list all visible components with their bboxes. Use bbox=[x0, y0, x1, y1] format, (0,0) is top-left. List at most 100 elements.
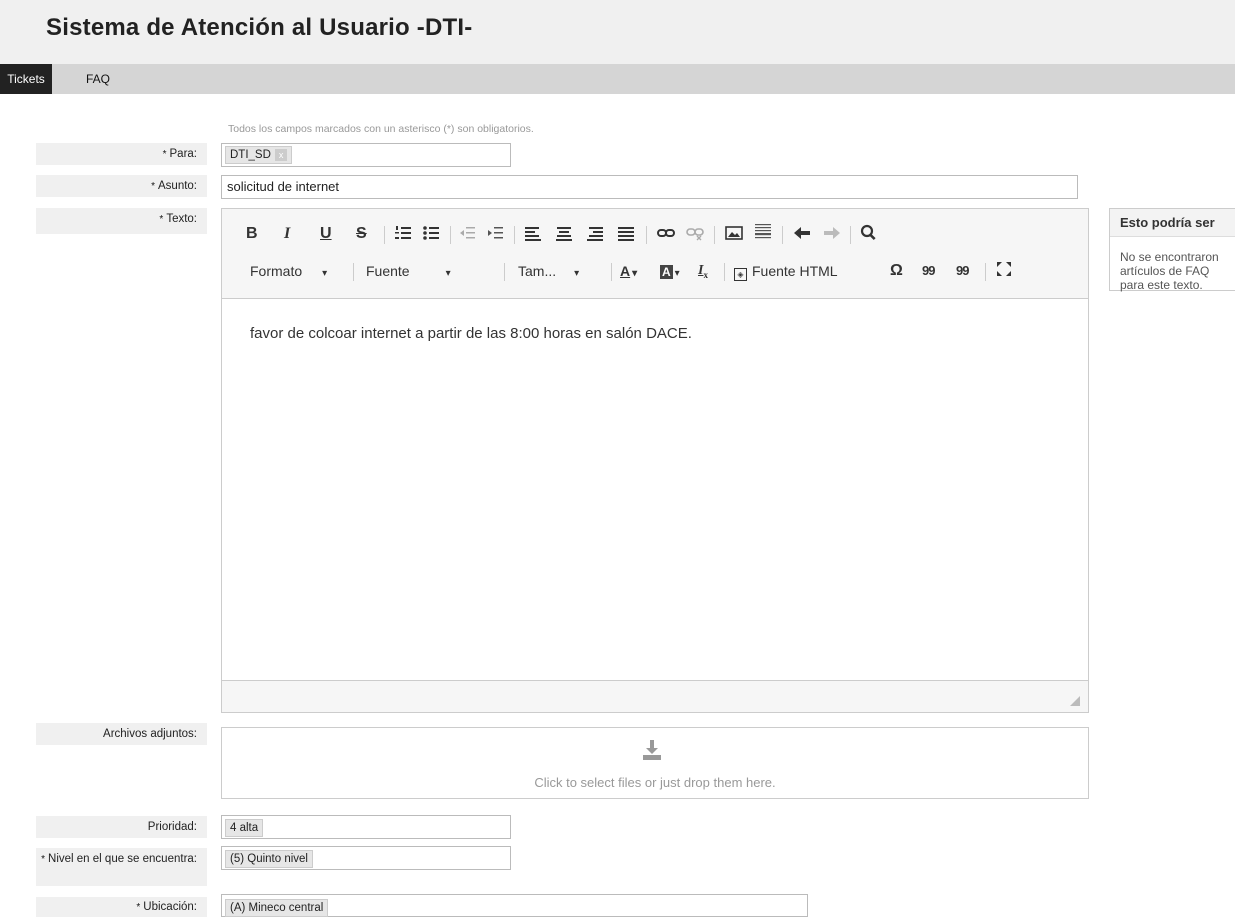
italic-button[interactable]: I bbox=[284, 224, 290, 244]
chevron-down-icon: ▾ bbox=[674, 268, 680, 279]
label-text: Archivos adjuntos: bbox=[103, 728, 197, 740]
search-icon[interactable] bbox=[860, 224, 878, 248]
toolbar-separator bbox=[504, 263, 505, 281]
toolbar-separator bbox=[782, 226, 783, 244]
required-star: * bbox=[159, 214, 164, 225]
quote-close-icon[interactable]: 99 bbox=[956, 261, 970, 281]
nivel-select[interactable]: (5) Quinto nivel bbox=[221, 846, 511, 870]
indent-icon[interactable] bbox=[486, 224, 504, 248]
align-left-icon[interactable] bbox=[524, 224, 542, 248]
source-icon: ◈ bbox=[734, 268, 747, 281]
nivel-value: (5) Quinto nivel bbox=[225, 850, 313, 868]
toolbar-separator bbox=[985, 263, 986, 281]
ubicacion-value: (A) Mineco central bbox=[225, 899, 329, 917]
redo-icon[interactable] bbox=[822, 224, 842, 248]
bg-color-button[interactable]: A ▾ bbox=[660, 261, 680, 284]
label-ubicacion: * Ubicación: bbox=[36, 897, 207, 917]
outdent-icon[interactable] bbox=[458, 224, 476, 248]
chevron-down-icon: ▾ bbox=[322, 268, 328, 279]
upload-icon bbox=[640, 738, 664, 762]
remove-tag-icon[interactable]: x bbox=[274, 149, 288, 161]
align-justify-icon[interactable] bbox=[617, 224, 635, 248]
strikethrough-button[interactable]: S bbox=[356, 224, 367, 244]
label-adjuntos: Archivos adjuntos: bbox=[36, 723, 207, 745]
chevron-down-icon: ▾ bbox=[632, 268, 638, 279]
source-label: Fuente HTML bbox=[752, 263, 838, 279]
chevron-down-icon: ▾ bbox=[574, 268, 580, 279]
required-star: * bbox=[136, 902, 141, 913]
size-label: Tam... bbox=[518, 263, 557, 279]
label-para: * Para: bbox=[36, 143, 207, 165]
text-color-button[interactable]: A ▾ bbox=[620, 261, 637, 284]
font-dropdown[interactable]: Fuente ▾ bbox=[366, 261, 451, 284]
font-label: Fuente bbox=[366, 263, 410, 279]
editor-footer bbox=[222, 680, 1088, 712]
prioridad-value: 4 alta bbox=[225, 819, 264, 837]
label-text: Nivel en el que se encuentra: bbox=[48, 853, 197, 865]
editor-content[interactable]: favor de colcoar internet a partir de la… bbox=[250, 325, 692, 342]
clear-format-icon[interactable]: Ix bbox=[698, 261, 708, 285]
faq-suggestions-panel: Esto podría ser No se encontraron artícu… bbox=[1109, 208, 1235, 292]
bold-button[interactable]: B bbox=[246, 224, 258, 244]
required-star: * bbox=[41, 854, 46, 865]
size-dropdown[interactable]: Tam... ▾ bbox=[518, 261, 579, 284]
maximize-icon[interactable] bbox=[996, 261, 1012, 283]
toolbar-separator bbox=[514, 226, 515, 244]
link-icon[interactable] bbox=[656, 224, 676, 248]
toolbar-separator bbox=[646, 226, 647, 244]
label-prioridad: Prioridad: bbox=[36, 816, 207, 838]
para-field[interactable]: DTI_SD x bbox=[221, 143, 511, 167]
tab-faq[interactable]: FAQ bbox=[86, 64, 110, 94]
panel-title: Esto podría ser bbox=[1110, 209, 1235, 237]
toolbar-separator bbox=[714, 226, 715, 244]
file-drop-zone[interactable]: Click to select files or just drop them … bbox=[221, 727, 1089, 799]
underline-button[interactable]: U bbox=[320, 224, 332, 244]
required-star: * bbox=[162, 149, 167, 160]
panel-body: No se encontraron artículos de FAQ para … bbox=[1120, 250, 1219, 292]
label-text: Asunto: bbox=[158, 180, 197, 192]
label-text: Para: bbox=[169, 148, 198, 160]
toolbar-separator bbox=[724, 263, 725, 281]
label-asunto: * Asunto: bbox=[36, 175, 207, 197]
required-star: * bbox=[151, 181, 155, 192]
label-text: Prioridad: bbox=[147, 821, 197, 833]
align-right-icon[interactable] bbox=[586, 224, 604, 248]
undo-icon[interactable] bbox=[792, 224, 812, 248]
label-text: Texto: bbox=[166, 213, 197, 225]
toolbar-separator bbox=[850, 226, 851, 244]
label-text: Ubicación: bbox=[143, 901, 197, 913]
horizontal-rule-icon[interactable] bbox=[754, 222, 772, 248]
recipient-tag: DTI_SD x bbox=[225, 146, 293, 164]
nav-bar: Tickets FAQ bbox=[0, 64, 1235, 94]
prioridad-select[interactable]: 4 alta bbox=[221, 815, 511, 839]
drop-hint: Click to select files or just drop them … bbox=[534, 775, 776, 790]
toolbar-separator bbox=[450, 226, 451, 244]
toolbar-separator bbox=[353, 263, 354, 281]
text-color-icon: A bbox=[620, 263, 631, 279]
ubicacion-select[interactable]: (A) Mineco central bbox=[221, 894, 808, 917]
resize-handle-icon[interactable] bbox=[1070, 696, 1080, 706]
tab-tickets[interactable]: Tickets bbox=[0, 64, 52, 94]
asunto-input[interactable]: solicitud de internet bbox=[221, 175, 1078, 199]
label-texto: * Texto: bbox=[36, 208, 207, 234]
special-char-button[interactable]: Ω bbox=[890, 261, 903, 281]
numbered-list-icon[interactable] bbox=[394, 224, 412, 248]
chevron-down-icon: ▾ bbox=[445, 268, 451, 279]
html-source-button[interactable]: ◈ Fuente HTML bbox=[734, 261, 838, 281]
page-title: Sistema de Atención al Usuario -DTI- bbox=[46, 14, 473, 41]
required-hint: Todos los campos marcados con un asteris… bbox=[228, 123, 534, 135]
label-nivel: * Nivel en el que se encuentra: bbox=[36, 848, 207, 886]
recipient-tag-label: DTI_SD bbox=[230, 149, 271, 161]
unlink-icon[interactable] bbox=[685, 224, 705, 248]
bulleted-list-icon[interactable] bbox=[422, 224, 440, 248]
app-header: Sistema de Atención al Usuario -DTI- bbox=[0, 0, 1235, 64]
bg-color-icon: A bbox=[660, 265, 673, 279]
format-label: Formato bbox=[250, 263, 303, 279]
quote-open-icon[interactable]: 99 bbox=[922, 261, 936, 281]
align-center-icon[interactable] bbox=[555, 224, 573, 248]
toolbar-separator bbox=[611, 263, 612, 281]
toolbar-separator bbox=[384, 226, 385, 244]
editor-toolbar: B I U S Formato ▾ Fuente ▾ Tam... ▾ A ▾ … bbox=[222, 209, 1088, 299]
image-icon[interactable] bbox=[724, 224, 744, 248]
format-dropdown[interactable]: Formato ▾ bbox=[250, 261, 327, 284]
